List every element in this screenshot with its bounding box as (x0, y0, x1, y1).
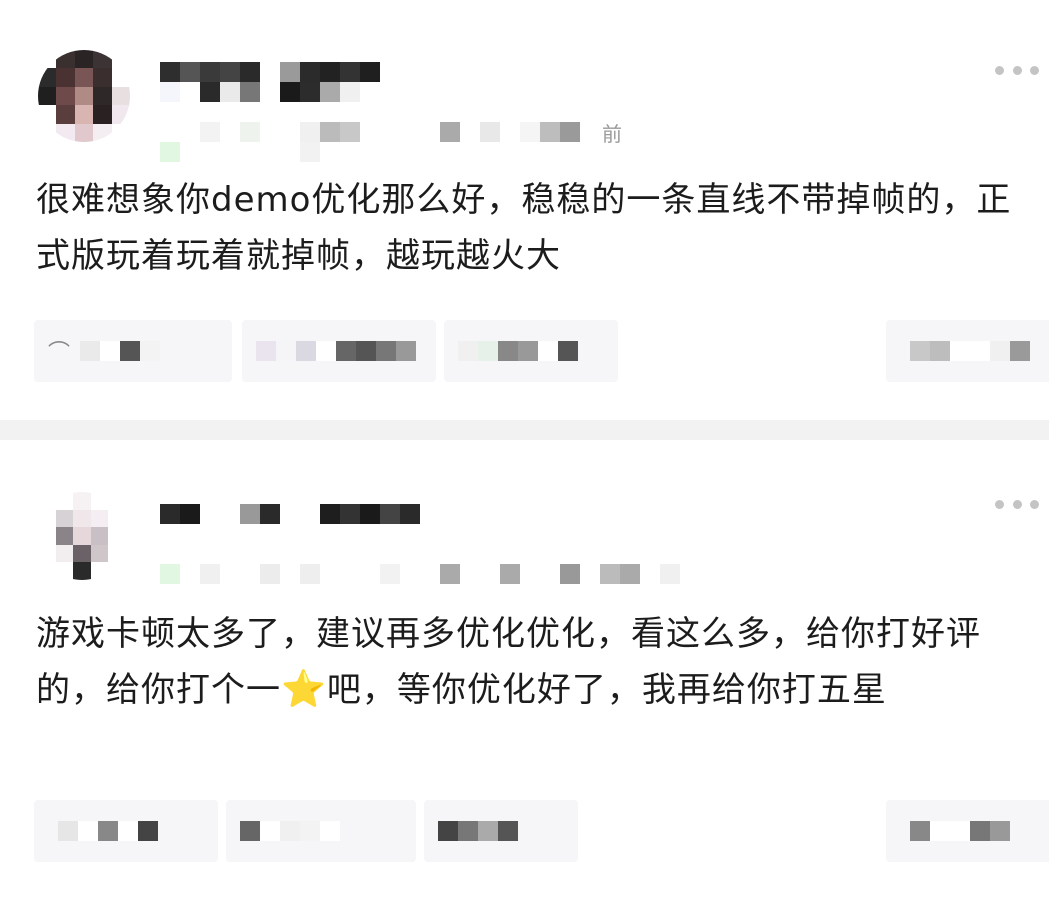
action-bar (34, 800, 1049, 862)
like-button[interactable] (886, 320, 1049, 382)
action-bar: ⌒ (34, 320, 1049, 382)
more-dots-icon[interactable] (995, 498, 1039, 510)
meta-pixelated-row2 (160, 142, 360, 162)
comment-card-2: 游戏卡顿太多了，建议再多优化优化，看这么多，给你打好评的，给你打个一⭐吧，等你优… (0, 440, 1049, 908)
action-button-3[interactable] (424, 800, 578, 862)
action-button-3[interactable] (444, 320, 618, 382)
comment-text-part2: 吧，等你优化好了，我再给你打五星 (326, 670, 887, 710)
username-pixelated[interactable] (160, 504, 420, 524)
more-dots-icon[interactable] (995, 64, 1039, 76)
comment-button[interactable] (34, 800, 218, 862)
action-button-2[interactable] (226, 800, 416, 862)
star-emoji-icon: ⭐ (281, 669, 327, 710)
comment-icon: ⌒ (48, 341, 71, 366)
comment-button[interactable]: ⌒ (34, 320, 232, 382)
like-button[interactable] (886, 800, 1049, 862)
avatar[interactable] (38, 50, 130, 142)
comment-text: 游戏卡顿太多了，建议再多优化优化，看这么多，给你打好评的，给你打个一⭐吧，等你优… (36, 606, 1026, 718)
username-pixelated[interactable] (160, 62, 380, 82)
meta-pixelated (160, 122, 580, 142)
separator (0, 420, 1049, 440)
username-pixelated-row2 (160, 82, 360, 102)
avatar[interactable] (38, 492, 126, 580)
action-button-2[interactable] (242, 320, 436, 382)
time-ago: 前 (602, 122, 622, 146)
meta-pixelated (160, 564, 680, 584)
comment-card-1: 前 很难想象你demo优化那么好，稳稳的一条直线不带掉帧的，正式版玩着玩着就掉帧… (0, 0, 1049, 420)
comment-text: 很难想象你demo优化那么好，稳稳的一条直线不带掉帧的，正式版玩着玩着就掉帧，越… (36, 180, 1012, 276)
